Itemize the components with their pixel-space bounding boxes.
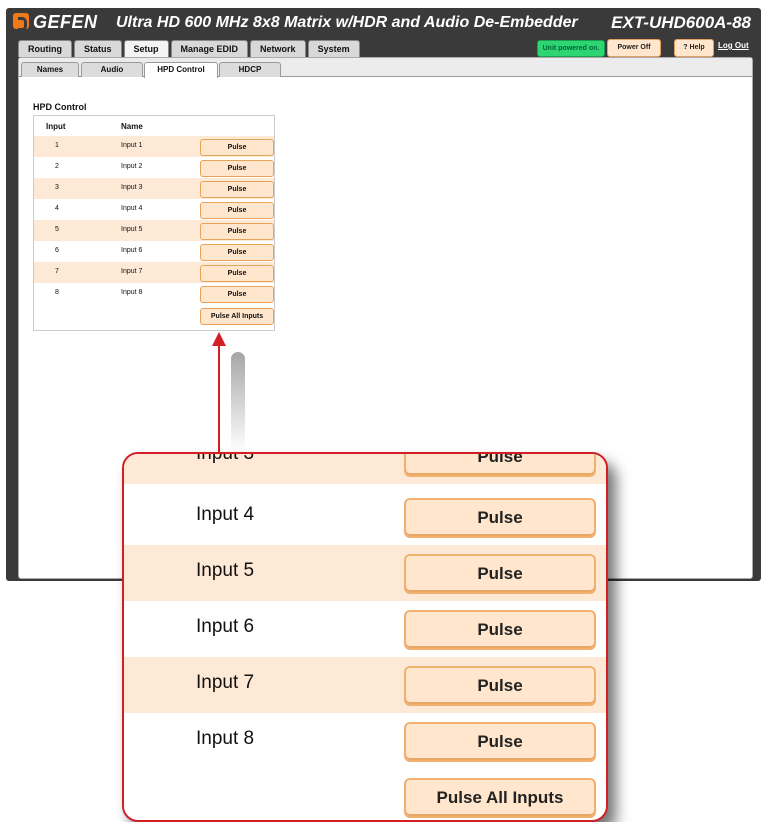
callout-input-name: Input 7: [196, 672, 255, 693]
product-title: Ultra HD 600 MHz 8x8 Matrix w/HDR and Au…: [116, 14, 578, 31]
arrow-head-icon: [212, 332, 226, 346]
arrow-shadow: [231, 352, 245, 452]
table-row: 3 Input 3 Pulse: [34, 178, 274, 199]
tab-setup[interactable]: Setup: [123, 40, 169, 58]
help-button[interactable]: ? Help: [674, 39, 714, 57]
callout-row: Input 5 Pulse: [124, 545, 606, 601]
table-row: 7 Input 7 Pulse: [34, 262, 274, 283]
subtab-names[interactable]: Names: [21, 62, 79, 77]
sub-tabs: Names Audio HPD Control HDCP: [19, 58, 752, 78]
input-number: 7: [55, 268, 59, 275]
pulse-button[interactable]: Pulse: [200, 265, 274, 282]
callout-row: Input 7 Pulse: [124, 657, 606, 713]
input-name: Input 7: [121, 268, 143, 275]
callout-arrow: [218, 345, 220, 456]
input-number: 8: [55, 289, 59, 296]
pulse-all-inputs-button[interactable]: Pulse All Inputs: [200, 308, 274, 325]
power-off-button[interactable]: Power Off: [607, 39, 661, 57]
callout-pulse-button[interactable]: Pulse: [404, 666, 596, 706]
table-row: 1 Input 1 Pulse: [34, 136, 274, 157]
pulse-button[interactable]: Pulse: [200, 160, 274, 177]
callout-input-name: Input 6: [196, 616, 255, 637]
table-row: 5 Input 5 Pulse: [34, 220, 274, 241]
tab-network[interactable]: Network: [250, 40, 306, 57]
column-header-input: Input: [46, 122, 66, 131]
title-bar: GEFEN Ultra HD 600 MHz 8x8 Matrix w/HDR …: [6, 8, 761, 38]
input-number: 3: [55, 184, 59, 191]
pulse-button[interactable]: Pulse: [200, 244, 274, 261]
callout-pulse-button[interactable]: Pulse: [404, 498, 596, 538]
callout-input-name: Input 5: [196, 560, 255, 581]
callout-pulse-button[interactable]: Pulse: [404, 610, 596, 650]
input-name: Input 3: [121, 184, 143, 191]
input-name: Input 4: [121, 205, 143, 212]
table-row: 2 Input 2 Pulse: [34, 157, 274, 178]
input-number: 5: [55, 226, 59, 233]
main-tabs: Routing Status Setup Manage EDID Network…: [18, 40, 362, 58]
callout-input-name: Input 3: [196, 452, 255, 464]
tab-system[interactable]: System: [307, 40, 360, 57]
pulse-button[interactable]: Pulse: [200, 286, 274, 303]
input-name: Input 6: [121, 247, 143, 254]
pulse-button[interactable]: Pulse: [200, 202, 274, 219]
table-row: 8 Input 8 Pulse: [34, 283, 274, 304]
pulse-button[interactable]: Pulse: [200, 139, 274, 156]
tab-status[interactable]: Status: [74, 40, 122, 57]
callout-row: Input 8 Pulse: [124, 713, 606, 769]
tab-manage-edid[interactable]: Manage EDID: [170, 40, 249, 57]
subtab-audio[interactable]: Audio: [81, 62, 143, 77]
callout-pulse-button[interactable]: Pulse: [404, 454, 596, 477]
status-badge: Unit powered on.: [537, 40, 605, 57]
logout-link[interactable]: Log Out: [718, 41, 749, 50]
callout-pulse-button[interactable]: Pulse: [404, 554, 596, 594]
callout-row: Input 3 Pulse: [124, 452, 606, 484]
input-number: 1: [55, 142, 59, 149]
callout-row: Input 6 Pulse: [124, 601, 606, 657]
section-title: HPD Control: [33, 102, 87, 112]
callout-pulse-button[interactable]: Pulse: [404, 722, 596, 762]
column-header-name: Name: [121, 122, 143, 131]
logo-text: GEFEN: [33, 12, 98, 32]
zoom-callout: Input 3 Pulse Input 4 Pulse Input 5 Puls…: [122, 452, 608, 822]
callout-input-name: Input 8: [196, 728, 255, 749]
callout-pulse-all-inputs-button[interactable]: Pulse All Inputs: [404, 778, 596, 818]
input-name: Input 1: [121, 142, 143, 149]
gefen-logo-icon: [13, 13, 29, 31]
pulse-button[interactable]: Pulse: [200, 181, 274, 198]
input-number: 4: [55, 205, 59, 212]
tab-routing[interactable]: Routing: [18, 40, 72, 57]
input-name: Input 2: [121, 163, 143, 170]
table-row: 6 Input 6 Pulse: [34, 241, 274, 262]
model-number: EXT-UHD600A-88: [611, 13, 751, 32]
input-number: 2: [55, 163, 59, 170]
subtab-hpd-control[interactable]: HPD Control: [144, 62, 218, 78]
callout-row: Input 4 Pulse: [124, 489, 606, 545]
pulse-button[interactable]: Pulse: [200, 223, 274, 240]
hpd-table: Input Name 1 Input 1 Pulse 2 Input 2 Pul…: [33, 115, 275, 331]
table-row: 4 Input 4 Pulse: [34, 199, 274, 220]
input-name: Input 8: [121, 289, 143, 296]
callout-row: Pulse All Inputs: [124, 769, 606, 820]
input-number: 6: [55, 247, 59, 254]
input-name: Input 5: [121, 226, 143, 233]
subtab-hdcp[interactable]: HDCP: [219, 62, 281, 77]
callout-input-name: Input 4: [196, 504, 255, 525]
